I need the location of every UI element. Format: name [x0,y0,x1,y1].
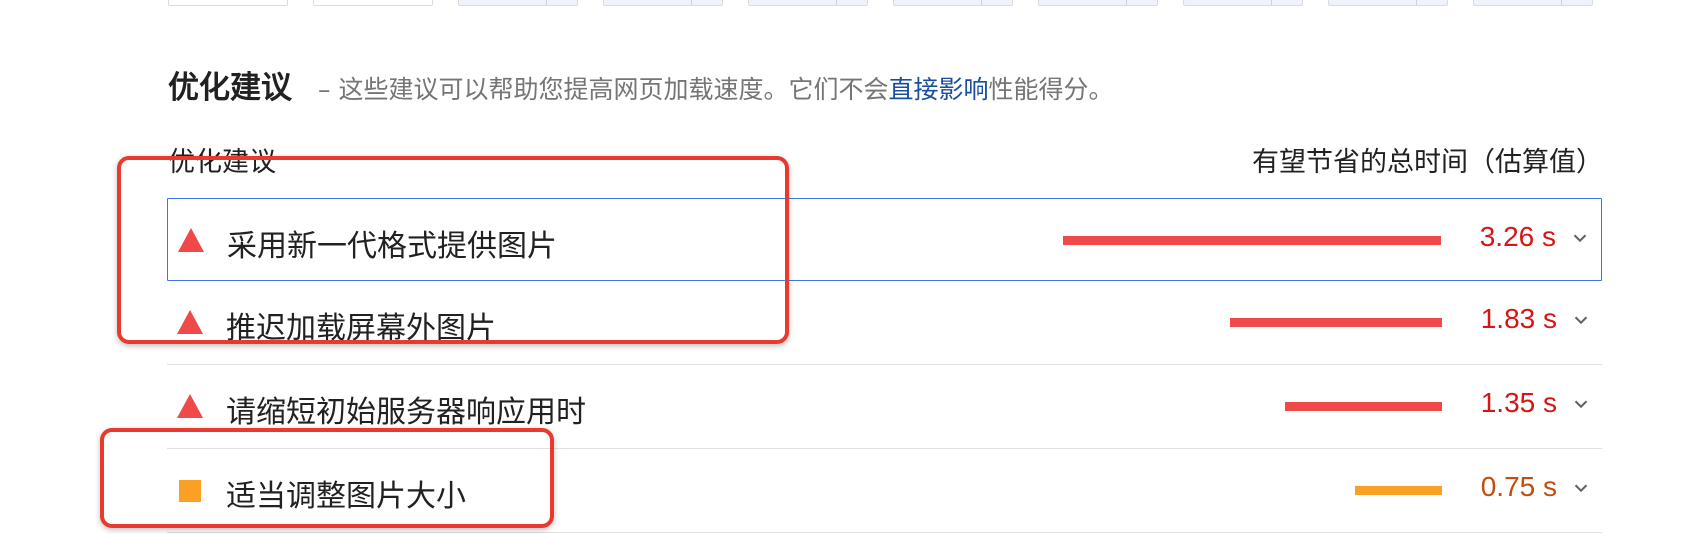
savings-value: 3.26 s [1479,221,1556,252]
filmstrip-frame [893,0,1013,6]
red-highlight-box-top [117,156,789,344]
filmstrip-frame [1183,0,1303,6]
red-highlight-box-bottom [100,428,554,528]
filmstrip-frame [1328,0,1448,6]
savings-value: 0.75 s [1480,471,1557,502]
column-header-savings: 有望节省的总时间（估算值） [1252,147,1603,178]
filmstrip-frame [313,0,433,6]
filmstrip-frame [748,0,868,6]
filmstrip-frame [168,0,288,6]
savings-bar [1285,402,1442,411]
description-suffix: 性能得分。 [988,75,1114,104]
warning-triangle-icon [177,394,203,418]
direct-impact-link[interactable]: 直接影响 [888,75,988,104]
savings-value: 1.83 s [1480,303,1557,334]
filmstrip-frame [1473,0,1593,6]
description-prefix: – 这些建议可以帮助您提高网页加载速度。它们不会 [318,75,889,104]
savings-value: 1.35 s [1480,387,1557,418]
chevron-down-icon[interactable] [1570,393,1592,415]
filmstrip-frame [1038,0,1158,6]
savings-bar [1230,318,1442,327]
section-title: 优化建议 [168,70,292,106]
filmstrip [168,0,1593,6]
savings-bar [1355,486,1442,495]
chevron-down-icon[interactable] [1570,477,1592,499]
filmstrip-frame [458,0,578,6]
opportunities-header: 优化建议 – 这些建议可以帮助您提高网页加载速度。它们不会直接影响性能得分。 [168,62,1113,107]
savings-bar [1063,236,1441,245]
section-description: – 这些建议可以帮助您提高网页加载速度。它们不会直接影响性能得分。 [318,70,1113,106]
chevron-down-icon[interactable] [1569,227,1591,249]
chevron-down-icon[interactable] [1570,309,1592,331]
audit-title: 请缩短初始服务器响应用时 [226,395,586,430]
filmstrip-frame [603,0,723,6]
